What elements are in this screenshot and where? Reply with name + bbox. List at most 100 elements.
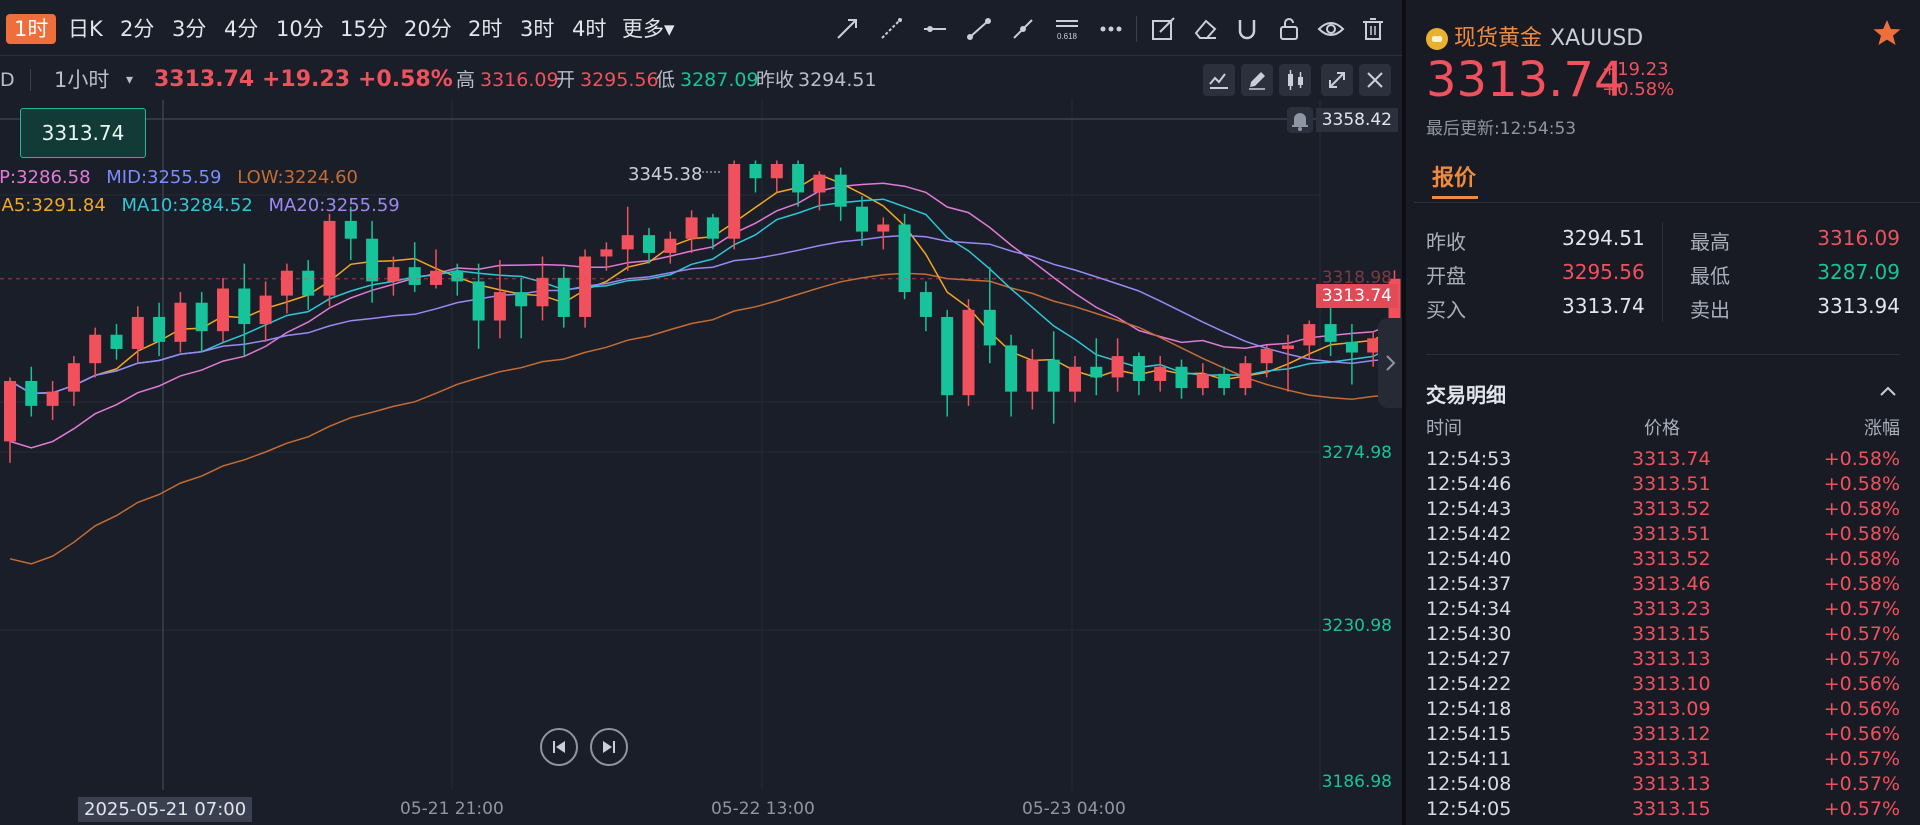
period-20m[interactable]: 20分 (396, 14, 460, 44)
candle-up (1111, 356, 1124, 378)
more-tools-icon[interactable] (1096, 14, 1126, 44)
candle-up (89, 334, 102, 364)
fibonacci-label: 0.618 (1057, 32, 1078, 41)
stats-divider (1662, 222, 1663, 322)
candle-down (1090, 366, 1103, 378)
period-10m[interactable]: 10分 (268, 14, 332, 44)
strip-prev-close-label: 昨收 (756, 69, 795, 91)
period-4m[interactable]: 4分 (216, 14, 266, 44)
ma5-value: MA5:3291.84 (0, 195, 106, 216)
segment-line-icon[interactable] (964, 14, 994, 44)
unlock-icon[interactable] (1274, 14, 1304, 44)
period-3m[interactable]: 3分 (164, 14, 214, 44)
alert-bell-icon[interactable] (1287, 107, 1313, 133)
candle-up (1282, 345, 1294, 349)
candle-up (728, 164, 741, 239)
candle-down (195, 302, 208, 332)
trade-row: 12:54:22 3313.10 +0.56% (1426, 673, 1900, 698)
candle-down (344, 220, 357, 239)
trades-header-change: 涨幅 (1864, 418, 1900, 439)
strip-change-pct: +0.58% (358, 67, 453, 92)
fibonacci-icon[interactable]: 0.618 (1052, 14, 1082, 44)
trade-row: 12:54:27 3313.13 +0.57% (1426, 648, 1900, 673)
scroll-to-start-icon[interactable] (540, 728, 578, 766)
fullscreen-icon[interactable] (1321, 64, 1353, 96)
period-2m[interactable]: 2分 (112, 14, 162, 44)
close-icon[interactable] (1359, 64, 1391, 96)
trade-time: 12:54:40 (1426, 548, 1512, 570)
scroll-to-end-icon[interactable] (590, 728, 628, 766)
period-day[interactable]: 日K (60, 14, 111, 44)
trade-row: 12:54:42 3313.51 +0.58% (1426, 523, 1900, 548)
period-more-dropdown[interactable]: 更多▾ (614, 14, 683, 44)
strip-low: 3287.09 (680, 69, 759, 91)
candle-up (131, 316, 144, 349)
strip-prev-close: 3294.51 (798, 69, 877, 91)
candle-up (1196, 373, 1209, 389)
period-15m[interactable]: 15分 (332, 14, 396, 44)
symbol-name: 现货黄金 (1454, 26, 1543, 51)
candle-down (557, 277, 570, 317)
trade-price: 3313.13 (1632, 773, 1711, 795)
gold-coin-icon (1426, 27, 1448, 50)
candle-down (749, 164, 762, 179)
candlestick-chart[interactable] (0, 0, 1404, 825)
edit-note-icon[interactable] (1148, 14, 1178, 44)
trade-time: 12:54:08 (1426, 773, 1512, 795)
trade-change: +0.57% (1823, 773, 1900, 795)
tab-underline (1432, 196, 1478, 199)
ma10-value: MA10:3284.52 (121, 195, 253, 216)
ma20-value: MA20:3255.59 (268, 195, 400, 216)
eraser-icon[interactable] (1190, 14, 1220, 44)
trade-price: 3313.52 (1632, 548, 1711, 570)
candle-up (770, 164, 783, 179)
pencil-icon[interactable] (1241, 64, 1273, 96)
trade-change: +0.56% (1823, 673, 1900, 695)
candle-down (856, 206, 868, 232)
strip-change: +19.23 (262, 67, 351, 92)
chart-panel[interactable]: 1时 日K 2分 3分 4分 10分 15分 20分 2时 3时 4时 更多▾ … (0, 0, 1404, 825)
period-3h[interactable]: 3时 (512, 14, 562, 44)
candle-up (4, 380, 16, 442)
arrow-line-icon[interactable] (832, 14, 862, 44)
interval-select[interactable]: 1小时 (54, 60, 109, 100)
high-marker-label: 3345.38 (628, 164, 703, 185)
trade-time: 12:54:53 (1426, 448, 1512, 470)
price-change: +19.23 (1602, 59, 1669, 80)
candle-style-icon[interactable] (1279, 64, 1311, 96)
indicator-settings-icon[interactable] (1203, 64, 1235, 96)
trade-row: 12:54:43 3313.52 +0.58% (1426, 498, 1900, 523)
eye-icon[interactable] (1316, 14, 1346, 44)
period-2h[interactable]: 2时 (460, 14, 510, 44)
symbol-code: XAUUSD (1550, 26, 1644, 51)
chevron-down-icon[interactable]: ▾ (126, 60, 133, 100)
trade-change: +0.58% (1823, 573, 1900, 595)
candle-down (515, 292, 528, 307)
trend-line-icon[interactable] (1008, 14, 1038, 44)
period-4h[interactable]: 4时 (564, 14, 614, 44)
trade-change: +0.58% (1823, 523, 1900, 545)
candle-up (1154, 366, 1167, 381)
horizontal-line-icon[interactable] (920, 14, 950, 44)
boll-low-value: LOW:3224.60 (237, 167, 358, 188)
trade-price: 3313.12 (1632, 723, 1711, 745)
expand-panel-handle[interactable] (1378, 318, 1402, 408)
trade-price: 3313.51 (1632, 473, 1711, 495)
candle-down (110, 334, 123, 349)
candle-up (621, 235, 634, 250)
candle-down (238, 288, 251, 325)
magnet-icon[interactable] (1232, 14, 1262, 44)
trade-price: 3313.10 (1632, 673, 1711, 695)
tab-quote[interactable]: 报价 (1432, 160, 1476, 192)
candle-down (451, 270, 464, 282)
trash-icon[interactable] (1358, 14, 1388, 44)
ray-line-icon[interactable] (876, 14, 906, 44)
chevron-up-icon[interactable] (1876, 380, 1900, 404)
strip-open-label: 开 (556, 69, 576, 91)
favorite-star-icon[interactable] (1872, 18, 1902, 48)
period-1h[interactable]: 1时 (6, 14, 57, 44)
boll-legend: UP:3286.58 MID:3255.59 LOW:3224.60 (0, 167, 368, 188)
candle-down (366, 238, 379, 282)
candle-down (472, 281, 485, 321)
trade-time: 12:54:18 (1426, 698, 1512, 720)
